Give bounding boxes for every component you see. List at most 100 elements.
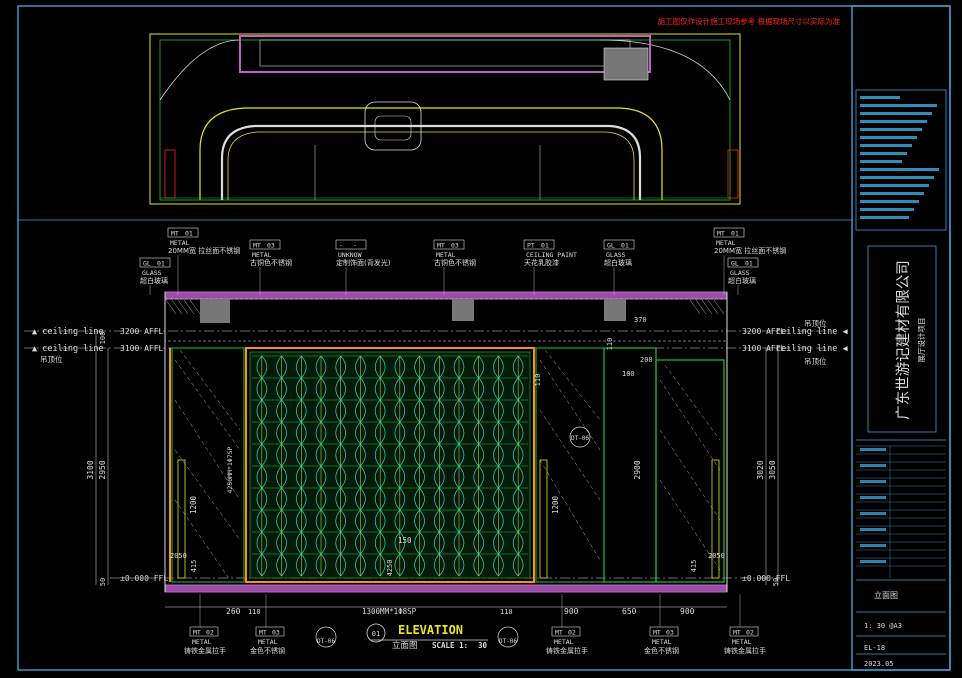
title-text-row [860,120,927,123]
plan-column [603,47,649,81]
callout-code: MT [717,230,725,238]
dim-bottom-3: 900 [564,607,579,616]
ceiling-line-label: ceiling line ◀ [776,344,849,354]
callout-desc: 铸铁金属拉手 [184,646,226,655]
callout-num: 01 [731,230,739,238]
title-text-row [860,168,939,171]
plan-arc-left [159,39,241,101]
level-labels-left: ▲ ceiling line ▲ ceiling line 吊顶位 3200 A… [32,327,168,583]
dim-right-door: 2900 [633,460,642,479]
material-callouts-bottom: MT 02METAL铸铁金属拉手MT 03METAL金色不锈钢MT 02METAL铸铁… [184,594,766,655]
right-frame-panel [535,347,605,583]
callout-code: MT [259,629,267,637]
dim-bottom-5: 900 [680,607,695,616]
title-text-row [860,208,914,211]
plan-curve-inner [220,124,642,200]
drawing-scale: 1: 30 @A3 [864,622,902,630]
title-text-row [860,216,909,219]
callout-num: 01 [621,242,629,250]
callout-desc: 金色不锈钢 [644,646,679,655]
ceiling-cn-label: 吊顶位 [804,356,827,366]
callout-code: MT [171,230,179,238]
dim-side3: 110 [606,338,614,351]
cad-drawing-canvas: 施工图仅作设计施工现场参考 根据现场尺寸以实际为准 DT-06 DT-06 DT… [17,5,951,671]
ceiling-drop-1 [452,299,474,321]
right-handle-1 [539,459,548,579]
title-text-row [860,512,886,515]
title-text-row [860,96,900,99]
plan-door-left [164,149,176,199]
callout-type: METAL [170,239,190,247]
callout-code: PT [527,242,535,250]
sheet-number: EL-18 [864,644,885,652]
feature-wall-inner [249,351,531,579]
callout-type: UNKNOW [338,251,362,259]
material-callout: GL 01GLASS超白玻璃 [727,257,759,295]
dim-top2: 200 [640,356,653,364]
dim-left-seg: 1200 [189,495,198,514]
elevation-title-en: ELEVATION [398,623,463,637]
dim-left-top: 100 [99,332,107,345]
dim-bottom-panel: 1300MM*1Φ8SP [362,607,417,616]
callout-desc: 金色不锈钢 [250,646,285,655]
ceiling-line-label: ▲ ceiling line [32,327,104,337]
callout-code: MT [437,242,445,250]
callout-type: GLASS [730,269,750,277]
callout-type: METAL [258,638,278,646]
title-text-row [860,184,929,187]
title-text-row [860,152,907,155]
dim-door-height: 4250MM*1Φ7SP [226,446,234,493]
dim-right-seg: 1200 [551,495,560,514]
title-text-row [860,104,937,107]
elevation-title-cn: 立面图 [392,640,418,651]
company-name: 广东世游记建材有限公司 [895,260,912,420]
callout-num: 02 [568,629,576,637]
callout-type: METAL [192,638,212,646]
callout-num: 01 [745,260,753,268]
plan-wall-top [239,35,651,73]
elevation-scale-label: SCALE 1: [432,641,468,650]
elevation-number: 01 [372,630,380,638]
right-handle-2 [711,459,720,579]
dim-right-sub: 3020 [756,460,765,479]
plan-curve-inner2 [227,131,635,200]
detail-mark-text: DT-06 [499,638,517,645]
plan-view [149,33,741,205]
callout-code: MT [653,629,661,637]
callout-type: GLASS [142,269,162,277]
callout-desc: 古铜色不锈钢 [250,258,292,267]
callout-type: METAL [436,251,456,259]
dim-right-low: 415 [690,560,698,573]
title-block: 广东世游记建材有限公司 展厅设计项目 立面图 1: 30 @A3 EL-18 2… [855,89,947,668]
plan-chair-seat [374,115,412,141]
ceiling-hatch-left [165,299,201,315]
title-text-row [860,544,886,547]
callout-code: GL [143,260,151,268]
elevation-title: 01 ELEVATION 立面图 SCALE 1: 30 [366,623,488,651]
title-text-row [860,464,886,467]
callout-code: MT [193,629,201,637]
elevation-scale-value: 30 [478,641,488,650]
ceiling-slab [164,291,728,300]
material-callout: MT 02METAL铸铁金属拉手 [724,594,766,655]
dim-left-low: 2050 [170,552,187,560]
dim-right-low2: 2050 [708,552,725,560]
material-callout: MT 01METAL20MM宽 拉丝面不锈钢 [167,227,240,295]
title-text-row [860,144,912,147]
callout-num: 01 [185,230,193,238]
ceiling-line-label: ceiling line ◀ [776,327,849,337]
dim-center-mark: 150 [398,536,412,545]
callout-type: METAL [716,239,736,247]
callout-desc: 超白玻璃 [728,276,756,285]
ceiling-line-label: ▲ ceiling line [32,344,104,354]
callout-type: CEILING PAINT [526,251,577,259]
dim-top: 370 [634,316,647,324]
affl-lower-left: 3100 AFFL [120,344,164,353]
material-callout: MT 03METAL古铜色不锈钢 [433,239,476,295]
title-text-row [860,176,934,179]
callout-num: 01 [541,242,549,250]
detail-mark-text: DT-06 [571,435,589,442]
callout-type: GLASS [606,251,626,259]
callout-code: MT [253,242,261,250]
title-block-text-rows [860,96,939,219]
